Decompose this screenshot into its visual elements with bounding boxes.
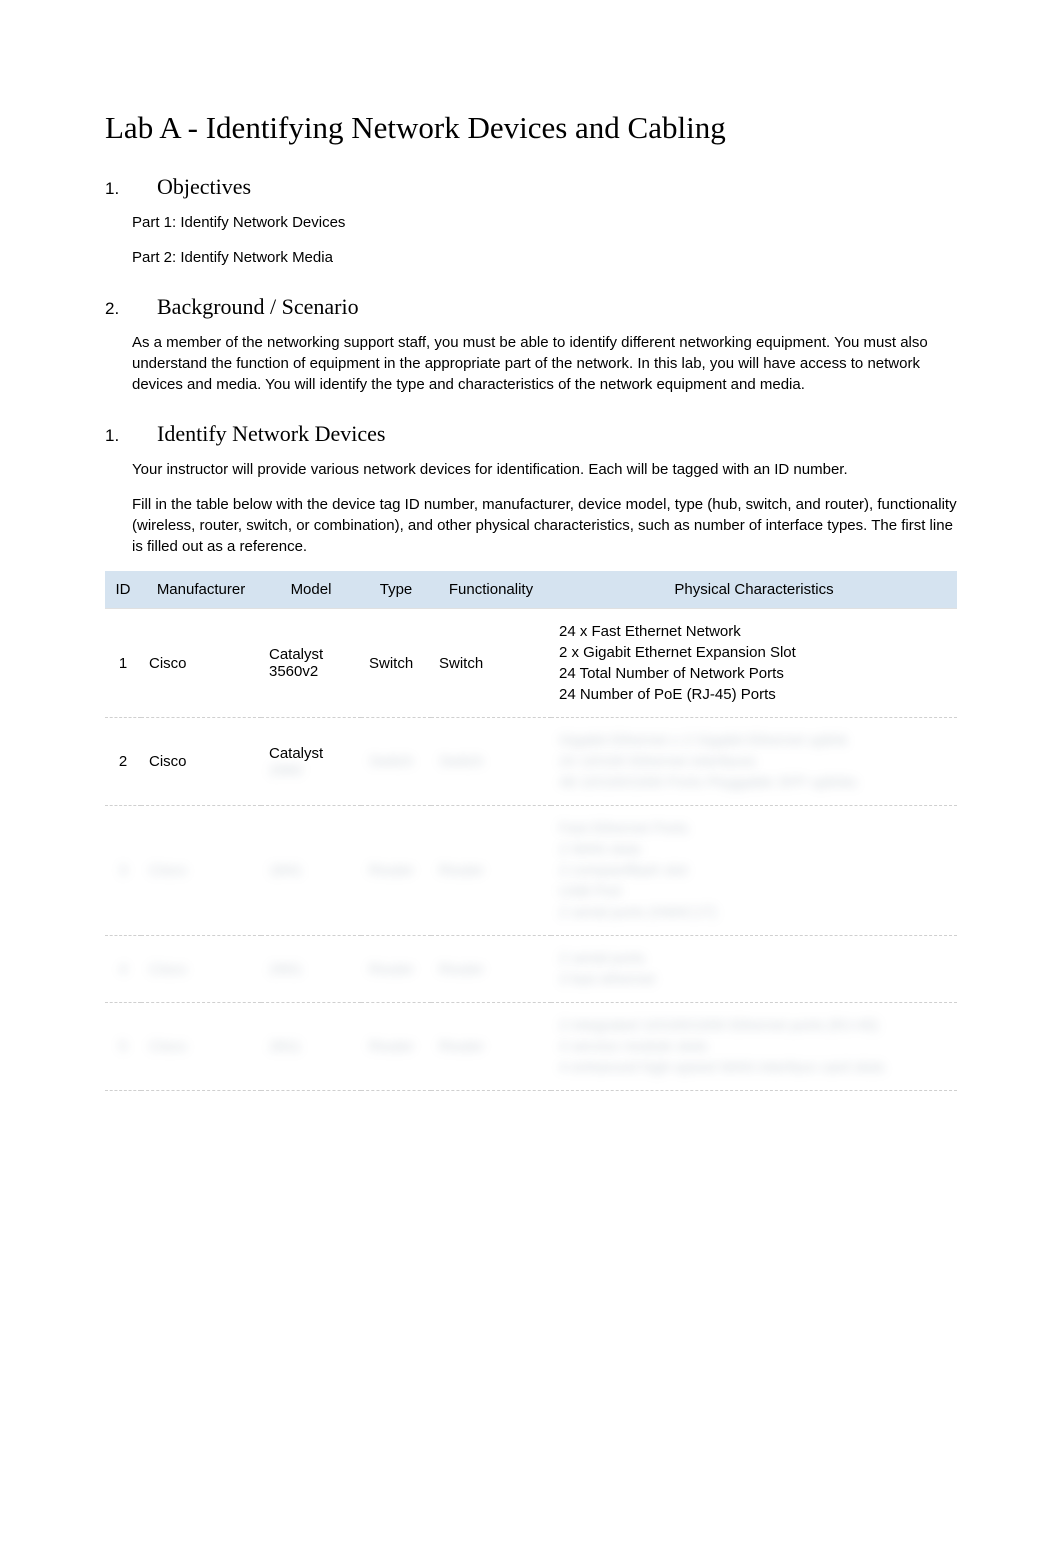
cell-manufacturer: Cisco: [141, 718, 261, 806]
cell-type: Switch: [361, 609, 431, 718]
cell-functionality: Switch: [431, 609, 551, 718]
cell-type: Router: [361, 806, 431, 936]
cell-functionality: Router: [431, 1003, 551, 1091]
objective-item: Part 1: Identify Network Devices: [132, 212, 957, 233]
section-heading: Objectives: [157, 174, 251, 200]
table-row: 5Cisco2811RouterRouter2 integrated 10/10…: [105, 1003, 957, 1091]
cell-characteristics: Gigabit Ethernet x 2 Gigabit Ethernet up…: [551, 718, 957, 806]
table-row: 4Cisco2901RouterRouter2 serial ports3 fa…: [105, 936, 957, 1003]
cell-manufacturer: Cisco: [141, 1003, 261, 1091]
background-paragraph: As a member of the networking support st…: [132, 332, 957, 395]
cell-characteristics: Fast Ethernet Ports2 WAN slots2 compactf…: [551, 806, 957, 936]
cell-id: 3: [105, 806, 141, 936]
identify-paragraph: Your instructor will provide various net…: [132, 459, 957, 480]
col-id: ID: [105, 571, 141, 609]
section-heading: Background / Scenario: [157, 294, 359, 320]
objective-item: Part 2: Identify Network Media: [132, 247, 957, 268]
cell-id: 5: [105, 1003, 141, 1091]
background-header: 2. Background / Scenario: [105, 294, 957, 320]
page-title: Lab A - Identifying Network Devices and …: [105, 110, 957, 146]
objectives-header: 1. Objectives: [105, 174, 957, 200]
cell-id: 2: [105, 718, 141, 806]
cell-type: Switch: [361, 718, 431, 806]
identify-header: 1. Identify Network Devices: [105, 421, 957, 447]
col-functionality: Functionality: [431, 571, 551, 609]
cell-model: 2901: [261, 936, 361, 1003]
cell-functionality: Router: [431, 936, 551, 1003]
col-type: Type: [361, 571, 431, 609]
cell-manufacturer: Cisco: [141, 806, 261, 936]
cell-characteristics: 2 integrated 10/100/1000 Ethernet ports …: [551, 1003, 957, 1091]
cell-manufacturer: Cisco: [141, 609, 261, 718]
cell-manufacturer: Cisco: [141, 936, 261, 1003]
cell-functionality: Switch: [431, 718, 551, 806]
cell-model: Catalyst 3560v2: [261, 609, 361, 718]
table-row: 2CiscoCatalyst 2960SwitchSwitchGigabit E…: [105, 718, 957, 806]
cell-id: 4: [105, 936, 141, 1003]
identify-paragraph: Fill in the table below with the device …: [132, 494, 957, 557]
cell-model: Catalyst 2960: [261, 718, 361, 806]
cell-functionality: Router: [431, 806, 551, 936]
section-heading: Identify Network Devices: [157, 421, 385, 447]
cell-characteristics: 24 x Fast Ethernet Network2 x Gigabit Et…: [551, 609, 957, 718]
table-row: 1CiscoCatalyst 3560v2SwitchSwitch24 x Fa…: [105, 609, 957, 718]
section-num: 2.: [105, 299, 157, 319]
col-characteristics: Physical Characteristics: [551, 571, 957, 609]
section-num: 1.: [105, 426, 157, 446]
cell-characteristics: 2 serial ports3 fast ethernet: [551, 936, 957, 1003]
table-row: 3Cisco1841RouterRouterFast Ethernet Port…: [105, 806, 957, 936]
col-model: Model: [261, 571, 361, 609]
cell-id: 1: [105, 609, 141, 718]
section-num: 1.: [105, 179, 157, 199]
cell-type: Router: [361, 1003, 431, 1091]
devices-table: ID Manufacturer Model Type Functionality…: [105, 571, 957, 1091]
cell-model: 1841: [261, 806, 361, 936]
table-header-row: ID Manufacturer Model Type Functionality…: [105, 571, 957, 609]
cell-type: Router: [361, 936, 431, 1003]
cell-model: 2811: [261, 1003, 361, 1091]
col-manufacturer: Manufacturer: [141, 571, 261, 609]
